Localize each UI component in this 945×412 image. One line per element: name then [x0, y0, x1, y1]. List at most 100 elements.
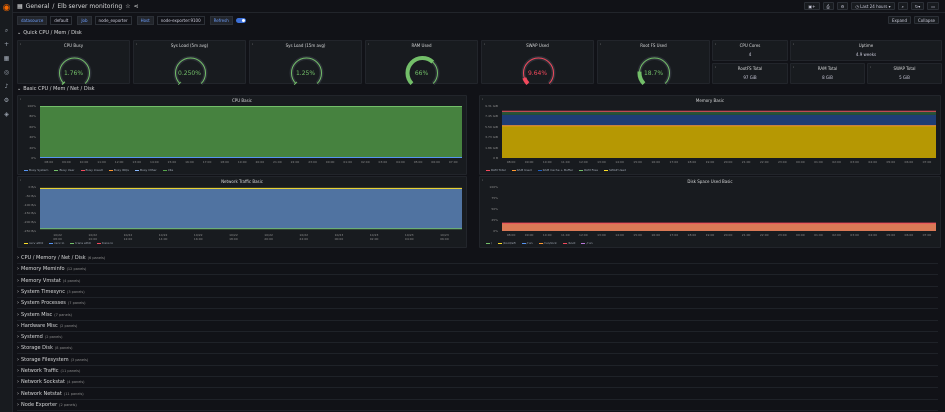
legend-item[interactable]: /boot	[562, 241, 575, 245]
legend-item[interactable]: Busy Other	[134, 168, 157, 172]
x-tick-label: 10:00	[542, 160, 552, 164]
x-tick-label: 07:00	[448, 160, 458, 164]
collapsed-row[interactable]: › Storage Disk (8 panels)	[17, 345, 73, 351]
var-select-job[interactable]: node_exporter	[94, 15, 132, 25]
gauge-panel[interactable]: i CPU Busy 1.76%	[17, 40, 130, 85]
collapsed-row[interactable]: › System Processes (7 panels)	[17, 300, 86, 306]
panel-disk-space-basic[interactable]: i Disk Space Used Basic 100% 75% 50% 25% 0% 08…	[479, 176, 941, 248]
chevron-right-icon: ›	[17, 300, 19, 307]
legend-item[interactable]: trans lo	[96, 241, 113, 245]
gauge-panel[interactable]: i SWAP Used 9.64%	[481, 40, 594, 85]
collapsed-row[interactable]: › CPU / Memory / Net / Disk (6 panels)	[17, 255, 105, 261]
legend-item[interactable]: Busy IRQs	[108, 168, 129, 172]
x-tick-label: 15:00	[167, 160, 177, 164]
save-icon[interactable]: ⎙	[822, 2, 834, 10]
var-select-datasource[interactable]: default	[50, 15, 73, 25]
legend-item[interactable]: RAM Used	[511, 168, 532, 172]
legend-swatch	[49, 242, 54, 244]
plus-icon[interactable]: +	[2, 40, 11, 49]
legend-swatch	[162, 169, 167, 171]
zoom-out-icon[interactable]: ⌕	[897, 2, 908, 10]
tv-mode-icon[interactable]: ▭	[927, 2, 939, 10]
legend-item[interactable]: RAM Cache + Buffer	[537, 168, 573, 172]
search-icon[interactable]: ⌕	[2, 26, 11, 35]
legend-swatch	[486, 242, 490, 244]
row-basic-cpu-mem-net-disk[interactable]: ⌄ Basic CPU / Mem / Net / Disk	[17, 86, 95, 92]
legend-swatch	[579, 169, 584, 171]
chevron-down-icon: ⌄	[17, 30, 22, 36]
collapsed-row[interactable]: › Network Sockstat (4 panels)	[17, 379, 85, 385]
legend-item[interactable]: recv eth0	[24, 241, 43, 245]
x-tick-label: 06:00	[904, 160, 914, 164]
dashboard-title[interactable]: Elb server monitoring	[57, 3, 122, 10]
x-tick-label: 19:00	[705, 233, 715, 237]
y-tick-label: 5.59 GiB	[485, 124, 498, 129]
row-quick-cpu-mem-disk[interactable]: ⌄ Quick CPU / Mem / Disk	[17, 30, 82, 36]
legend-item[interactable]: Busy Iowait	[80, 168, 103, 172]
legend-label: Busy Iowait	[85, 168, 103, 172]
collapsed-row[interactable]: › Systemd (2 panels)	[17, 334, 62, 340]
stat-panel-cpu-cores[interactable]: i CPU Cores 4	[712, 40, 788, 61]
stat-panel-ram-total[interactable]: i RAM Total 8 GiB	[790, 63, 865, 84]
add-panel-icon[interactable]: ▣+	[804, 2, 820, 10]
collapsed-row[interactable]: › System Timesync (3 panels)	[17, 289, 85, 295]
gauge-panel[interactable]: i Sys Load (5m avg) 0.250%	[133, 40, 246, 85]
row-divider	[17, 342, 938, 344]
gauge-panel[interactable]: i RAM Used 66%	[365, 40, 478, 85]
collapsed-row[interactable]: › Network Traffic (11 panels)	[17, 368, 80, 374]
collapsed-row[interactable]: › Memory Vmstat (4 panels)	[17, 278, 80, 284]
explore-icon[interactable]: ◎	[2, 68, 11, 77]
gauge-panel[interactable]: i Sys Load (15m avg) 1.25%	[249, 40, 362, 85]
x-tick-label: 06:00	[431, 160, 440, 164]
collapsed-row[interactable]: › Hardware Misc (2 panels)	[17, 323, 77, 329]
expand-all-button[interactable]: Expand	[888, 16, 911, 24]
config-gear-icon[interactable]: ⚙	[2, 96, 11, 105]
legend-item[interactable]: trans eth0	[70, 241, 91, 245]
collapse-all-button[interactable]: Collapse	[914, 16, 939, 24]
stat-panel-swap-total[interactable]: i SWAP Total 5 GiB	[867, 63, 942, 84]
legend-item[interactable]: /run	[521, 241, 533, 245]
gauge-arc	[405, 56, 440, 85]
grafana-logo-icon[interactable]: ◉	[2, 3, 11, 13]
chevron-right-icon: ›	[17, 379, 19, 386]
legend-item[interactable]: /boot/efi	[498, 241, 516, 245]
breadcrumb-folder[interactable]: General	[26, 3, 50, 10]
x-tick-label: 00:00	[796, 160, 805, 164]
share-icon[interactable]: ⋖	[134, 3, 139, 10]
legend-item[interactable]: Idle	[162, 168, 173, 172]
collapsed-row[interactable]: › System Misc (7 panels)	[17, 312, 72, 318]
var-select-host[interactable]: node-exporter:9100	[156, 15, 205, 25]
collapsed-row[interactable]: › Memory Meminfo (12 panels)	[17, 266, 86, 272]
panel-title: RAM Total	[817, 66, 838, 71]
legend-item[interactable]: SWAP Used	[604, 168, 626, 172]
shield-icon[interactable]: ◈	[2, 110, 11, 119]
star-icon[interactable]: ☆	[125, 3, 130, 10]
legend-item[interactable]: /	[486, 241, 492, 245]
time-picker[interactable]: ◷ Last 24 hours ▾	[851, 2, 895, 10]
legend-item[interactable]: /run	[581, 241, 593, 245]
gauge-panel[interactable]: i Root FS Used 18.7%	[597, 40, 710, 85]
panel-memory-basic[interactable]: i Memory Basic 9.31 GiB 7.45 GiB 5.59 GiB 3.…	[479, 95, 941, 175]
stat-panel-rootfs-total[interactable]: i RootFS Total 97 GiB	[712, 63, 788, 84]
settings-gear-icon[interactable]: ⚙	[836, 2, 849, 10]
panel-cpu-basic[interactable]: i CPU Basic 100% 80% 60% 40% 20% 0% 08:00 09:00 1…	[17, 95, 467, 175]
collapsed-row[interactable]: › Node Exporter (2 panels)	[17, 402, 77, 408]
alerting-icon[interactable]: ♪	[2, 82, 11, 91]
collapsed-row[interactable]: › Storage Filesystem (3 panels)	[17, 357, 88, 363]
legend-label: RAM Free	[584, 168, 599, 172]
legend-item[interactable]: Busy User	[54, 168, 75, 172]
panel-network-traffic-basic[interactable]: i Network Traffic Basic 0 B/s -50 B/s -100 …	[17, 176, 467, 248]
legend-item[interactable]: /run/lock	[538, 241, 557, 245]
legend-item[interactable]: recv lo	[49, 241, 64, 245]
collapsed-row[interactable]: › Network Netstat (11 panels)	[17, 391, 84, 397]
x-tick-label: 02:00	[832, 233, 841, 237]
legend-item[interactable]: Busy System	[24, 168, 48, 172]
legend-item[interactable]: RAM Free	[579, 168, 598, 172]
dashboards-icon[interactable]: ▦	[2, 54, 11, 63]
refresh-icon[interactable]: ↻▾	[910, 2, 925, 10]
legend-item[interactable]: RAM Total	[486, 168, 506, 172]
x-tick-label: 10/22 14:00	[158, 233, 168, 241]
refresh-toggle[interactable]	[235, 17, 246, 23]
stat-value: 97 GiB	[743, 75, 757, 80]
stat-panel-uptime[interactable]: i Uptime 4.9 weeks	[790, 40, 942, 61]
